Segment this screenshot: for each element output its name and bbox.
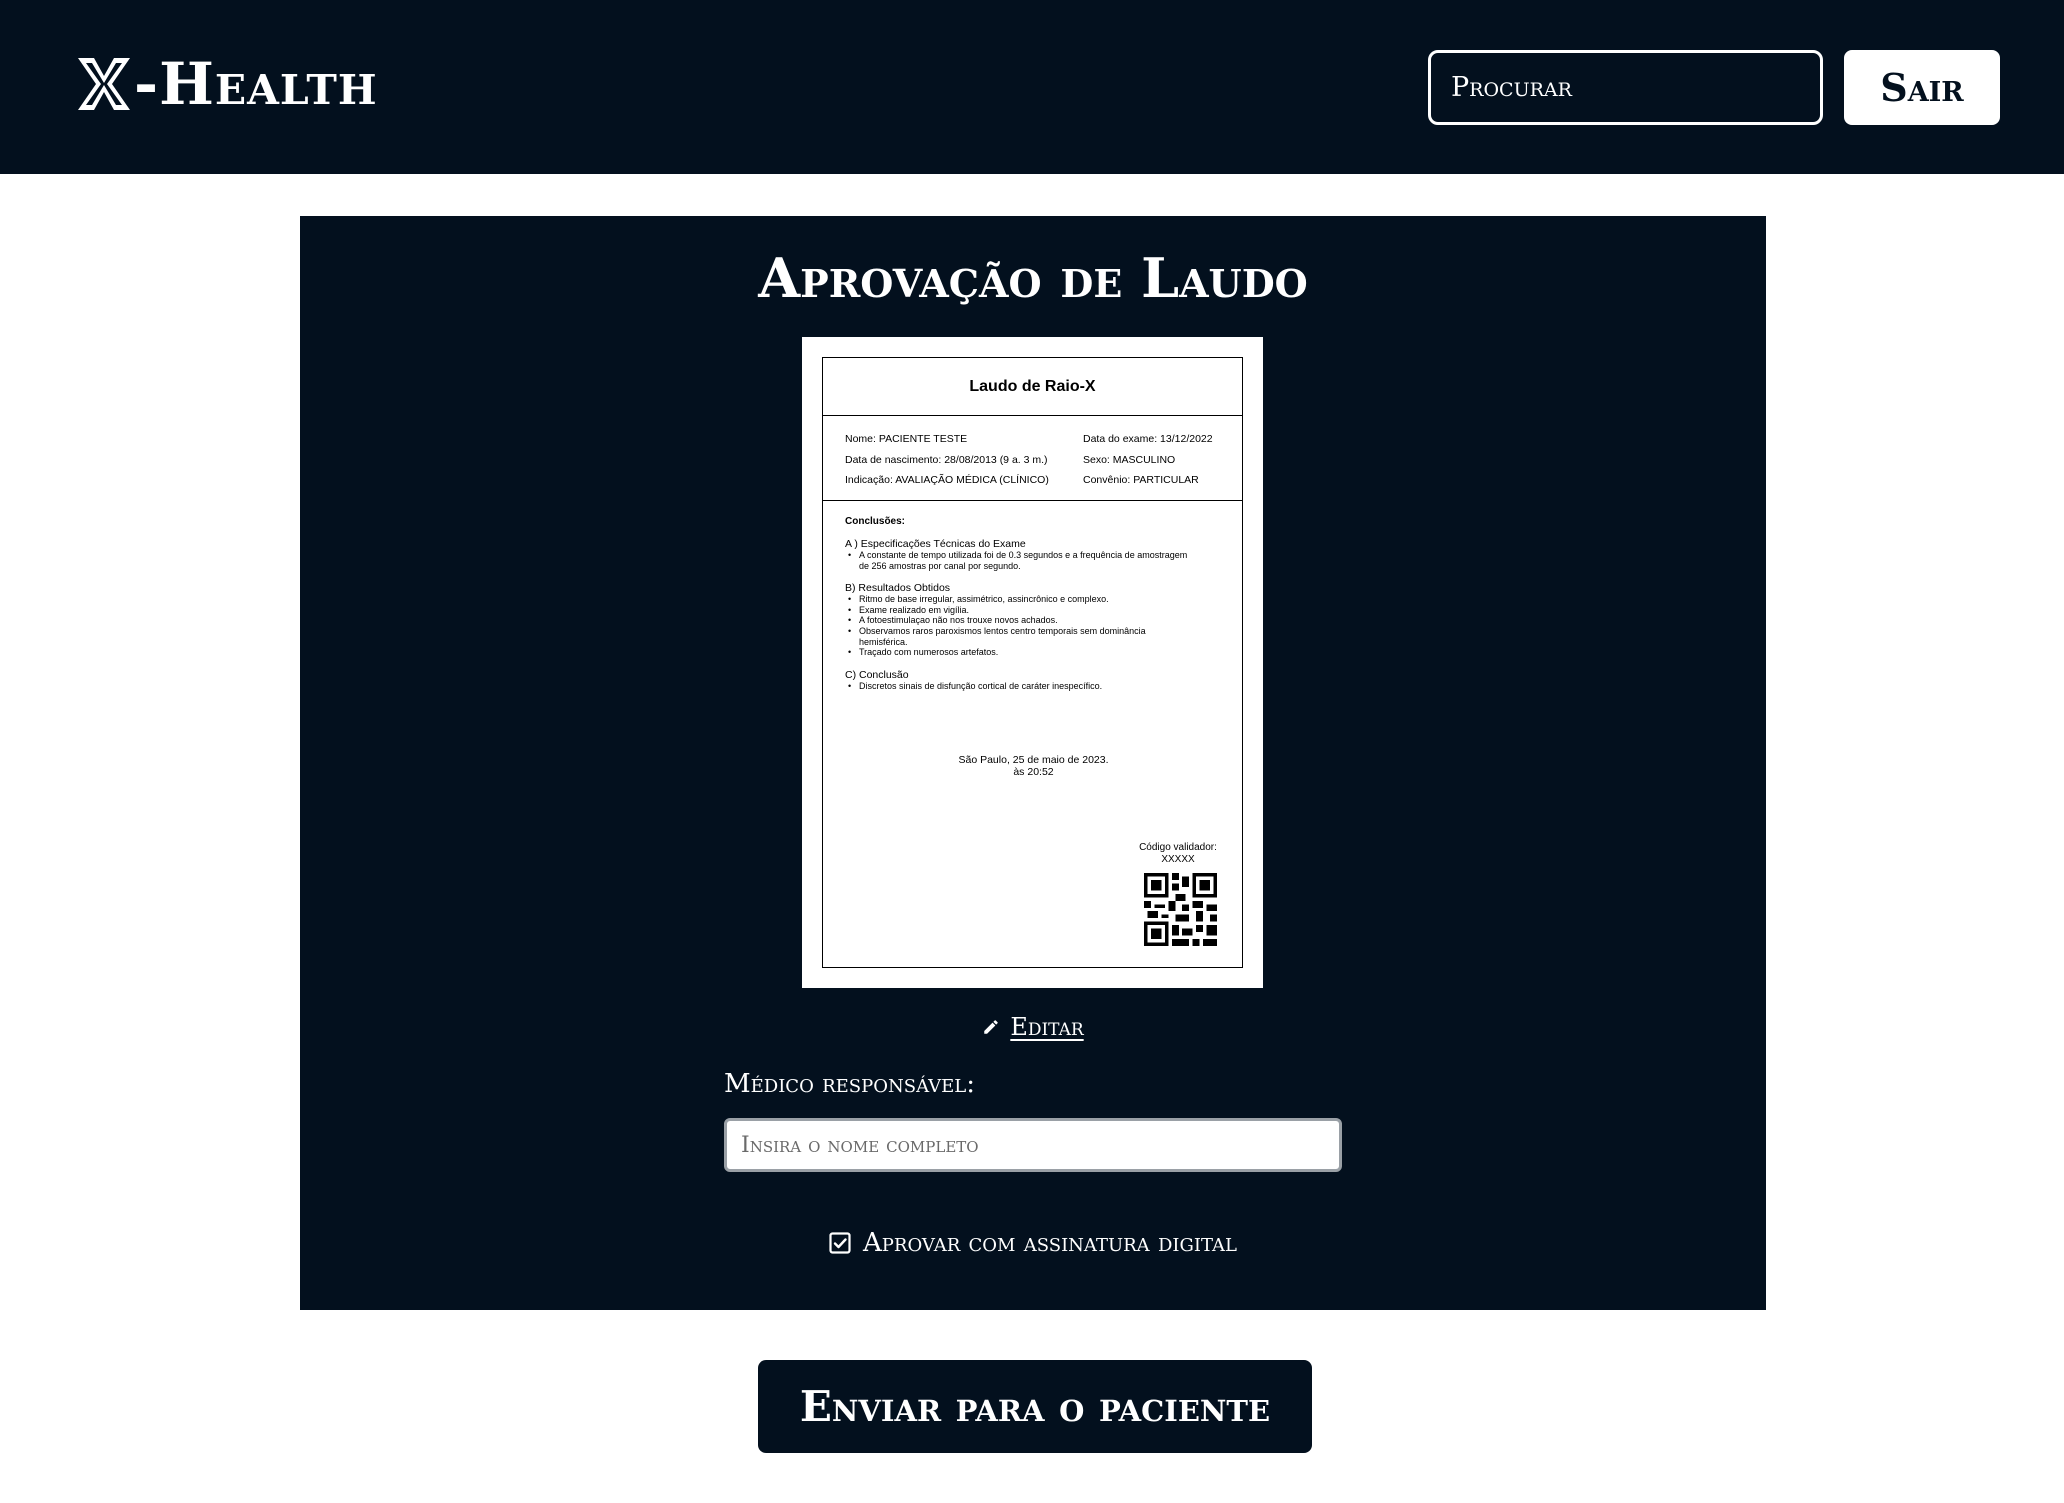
conclusions-title: Conclusões: bbox=[845, 516, 906, 527]
patient-birthdate: Data de nascimento: 28/08/2013 (9 a. 3 m… bbox=[845, 453, 1048, 466]
section-list: A constante de tempo utilizada foi de 0.… bbox=[845, 550, 1242, 571]
report-document: Laudo de Raio-X Nome: PACIENTE TESTE Dat… bbox=[822, 357, 1243, 968]
list-item: Exame realizado em vigília. bbox=[845, 605, 1242, 616]
list-item: Observamos raros paroxismos lentos centr… bbox=[845, 626, 1242, 647]
edit-label: Editar bbox=[1010, 1013, 1084, 1041]
list-item: A fotoestimulaçao não nos trouxe novos a… bbox=[845, 615, 1242, 626]
pencil-icon bbox=[984, 1020, 999, 1034]
report-time: às 20:52 bbox=[1013, 766, 1054, 778]
edit-report-link[interactable]: Editar bbox=[982, 1013, 1084, 1041]
validator-code: XXXXX bbox=[1161, 854, 1195, 865]
section-heading: B) Resultados Obtidos bbox=[845, 582, 951, 595]
section-list: Ritmo de base irregular, assimétrico, as… bbox=[845, 594, 1242, 658]
section-heading: A ) Especificações Técnicas do Exame bbox=[845, 538, 1026, 550]
digital-signature-checkbox[interactable]: Aprovar com assinatura digital bbox=[829, 1228, 1237, 1258]
digital-signature-row: Aprovar com assinatura digital bbox=[300, 1228, 1766, 1258]
report-preview: Laudo de Raio-X Nome: PACIENTE TESTE Dat… bbox=[802, 337, 1263, 988]
page-title: Aprovação de Laudo bbox=[758, 246, 1308, 310]
qr-code-icon bbox=[1144, 873, 1217, 946]
list-item: A constante de tempo utilizada foi de 0.… bbox=[845, 550, 1242, 571]
validator-label: Código validador: bbox=[1139, 842, 1217, 853]
validator-block: Código validador: XXXXX bbox=[1123, 842, 1233, 866]
top-navigation-bar: -Health Sair bbox=[0, 0, 2064, 174]
section-list: Discretos sinais de disfunção cortical d… bbox=[845, 681, 1242, 692]
report-info-left: Nome: PACIENTE TESTE Data de nascimento:… bbox=[845, 429, 1049, 491]
logo-text: -Health bbox=[134, 50, 378, 118]
checkbox-checked-icon[interactable] bbox=[829, 1232, 851, 1254]
patient-name: Nome: PACIENTE TESTE bbox=[845, 433, 968, 445]
report-body: Conclusões: A ) Especificações Técnicas … bbox=[823, 501, 1242, 691]
digital-signature-label: Aprovar com assinatura digital bbox=[863, 1228, 1237, 1258]
patient-sex: Sexo: MASCULINO bbox=[1083, 453, 1176, 466]
exam-date: Data do exame: 13/12/2022 bbox=[1083, 433, 1213, 445]
logout-button[interactable]: Sair bbox=[1844, 50, 2000, 125]
doctor-name-input[interactable] bbox=[724, 1118, 1342, 1172]
list-item: Ritmo de base irregular, assimétrico, as… bbox=[845, 594, 1242, 605]
section-heading: C) Conclusão bbox=[845, 668, 909, 681]
insurance: Convênio: PARTICULAR bbox=[1083, 474, 1199, 486]
exam-indication: Indicação: AVALIAÇÃO MÉDICA (CLÍNICO) bbox=[845, 474, 1049, 486]
edit-report-row: Editar bbox=[300, 1013, 1766, 1041]
list-item: Traçado com numerosos artefatos. bbox=[845, 647, 1242, 658]
app-logo[interactable]: -Health bbox=[76, 50, 378, 118]
search-input[interactable] bbox=[1428, 50, 1823, 125]
report-place-date: São Paulo, 25 de maio de 2023. às 20:52 bbox=[823, 754, 1244, 778]
doctor-field-label: Médico responsável: bbox=[724, 1069, 976, 1099]
report-info-right: Data do exame: 13/12/2022 Sexo: MASCULIN… bbox=[1083, 429, 1213, 491]
report-patient-info: Nome: PACIENTE TESTE Data de nascimento:… bbox=[823, 416, 1242, 501]
x-logo-icon bbox=[78, 58, 130, 110]
report-approval-panel: Aprovação de Laudo Laudo de Raio-X Nome:… bbox=[300, 216, 1766, 1310]
report-title: Laudo de Raio-X bbox=[823, 358, 1242, 416]
send-to-patient-button[interactable]: Enviar para o paciente bbox=[758, 1360, 1312, 1453]
report-date: São Paulo, 25 de maio de 2023. bbox=[958, 754, 1109, 766]
list-item: Discretos sinais de disfunção cortical d… bbox=[845, 681, 1242, 692]
